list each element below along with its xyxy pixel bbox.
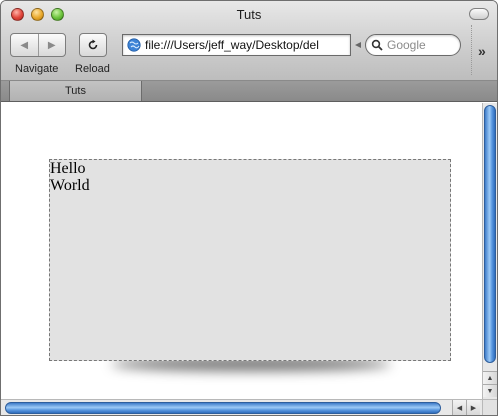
vertical-scroll-thumb[interactable] [484,105,496,363]
scroll-down-button[interactable]: ▼ [483,384,497,397]
demo-box: Hello World [49,159,451,361]
box-text-line-1: Hello [50,160,86,177]
reload-label: Reload [75,63,110,75]
box-text-line-2: World [50,177,90,194]
address-resize-handle-icon[interactable] [355,42,361,48]
navigate-label: Navigate [15,63,59,75]
toolbar-toggle-button[interactable] [469,8,489,20]
toolbar-separator [471,25,472,75]
scroll-up-button[interactable]: ▲ [483,371,497,384]
search-field[interactable] [365,34,461,56]
window-resize-corner[interactable] [482,399,497,415]
horizontal-scrollbar[interactable]: ◀ ▶ [1,399,482,415]
scroll-right-button[interactable]: ▶ [466,400,480,415]
search-icon [371,39,387,51]
horizontal-scroll-thumb[interactable] [5,402,441,414]
address-text: file:///Users/jeff_way/Desktop/del [145,38,319,52]
tab-bar: Tuts [1,81,497,102]
page-content: Hello World [1,103,482,399]
browser-window: Tuts ◀ ▶ Navigate Reload file:///Users/j… [0,0,498,416]
globe-icon [127,38,141,52]
reload-button[interactable] [79,33,107,57]
tab-tuts[interactable]: Tuts [9,81,142,101]
navigate-button-group: ◀ ▶ [10,33,66,57]
unified-toolbar: Tuts ◀ ▶ Navigate Reload file:///Users/j… [1,1,497,81]
window-title: Tuts [236,7,262,22]
reload-icon [88,39,98,50]
forward-button[interactable]: ▶ [37,34,66,56]
back-button[interactable]: ◀ [11,34,38,56]
toolbar-overflow-button[interactable]: » [478,43,486,59]
vertical-scrollbar[interactable]: ▲ ▼ [482,103,497,399]
address-bar[interactable]: file:///Users/jeff_way/Desktop/del [122,34,351,56]
scroll-left-button[interactable]: ◀ [452,400,466,415]
search-input[interactable] [387,38,457,52]
